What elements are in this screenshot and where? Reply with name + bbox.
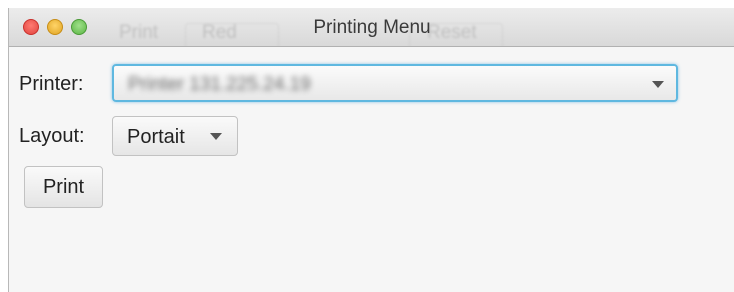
chevron-down-icon bbox=[210, 133, 222, 140]
printing-menu-window: Print Red Reset Printing Menu Printer: P… bbox=[8, 8, 734, 292]
print-button[interactable]: Print bbox=[24, 166, 103, 208]
printer-label: Printer: bbox=[19, 73, 84, 95]
layout-dropdown-value: Portait bbox=[127, 126, 185, 148]
printer-dropdown-value: Printer 131.225.24.19 bbox=[128, 74, 311, 95]
window-title: Printing Menu bbox=[313, 17, 431, 38]
printer-dropdown[interactable]: Printer 131.225.24.19 bbox=[112, 64, 678, 102]
title-bar[interactable]: Print Red Reset Printing Menu bbox=[9, 8, 734, 47]
layout-label: Layout: bbox=[19, 125, 85, 147]
layout-dropdown[interactable]: Portait bbox=[112, 116, 238, 156]
chevron-down-icon bbox=[652, 81, 664, 88]
